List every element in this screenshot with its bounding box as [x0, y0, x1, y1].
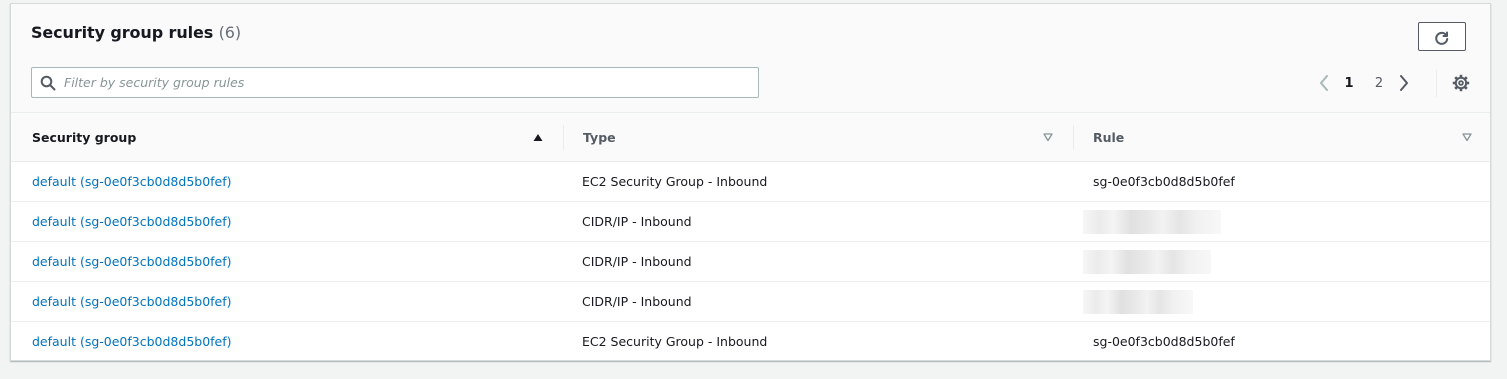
table-body: default (sg-0e0f3cb0d8d5b0fef) EC2 Secur… — [11, 162, 1490, 362]
table-header: Security group Type Rule — [11, 113, 1490, 162]
column-header-rule[interactable]: Rule — [1073, 113, 1492, 161]
panel-header: Security group rules (6) Filter by secur… — [11, 4, 1490, 113]
sort-ascending-icon — [533, 134, 543, 141]
search-icon — [32, 68, 64, 97]
type-cell: CIDR/IP - Inbound — [582, 254, 692, 269]
table-row: default (sg-0e0f3cb0d8d5b0fef) EC2 Secur… — [11, 162, 1490, 202]
search-input[interactable] — [64, 68, 744, 97]
type-cell: CIDR/IP - Inbound — [582, 214, 692, 229]
security-group-link[interactable]: default (sg-0e0f3cb0d8d5b0fef) — [32, 294, 232, 309]
column-header-type[interactable]: Type — [563, 113, 1073, 161]
pagination: 1 2 — [1314, 72, 1414, 94]
page-1-button[interactable]: 1 — [1334, 76, 1364, 91]
security-group-cell: default (sg-0e0f3cb0d8d5b0fef) — [32, 202, 232, 241]
chevron-left-icon — [1320, 75, 1328, 91]
security-group-cell: default (sg-0e0f3cb0d8d5b0fef) — [32, 162, 232, 201]
security-group-cell: default (sg-0e0f3cb0d8d5b0fef) — [32, 322, 232, 361]
sort-unsorted-icon — [1462, 133, 1472, 142]
search-field[interactable] — [31, 67, 759, 98]
column-header-security-group[interactable]: Security group — [11, 113, 563, 161]
type-cell: CIDR/IP - Inbound — [582, 294, 692, 309]
refresh-icon — [1435, 31, 1449, 45]
rule-cell: sg-0e0f3cb0d8d5b0fef — [1093, 334, 1235, 349]
table-row: default (sg-0e0f3cb0d8d5b0fef) CIDR/IP -… — [11, 202, 1490, 242]
rule-count: (6) — [218, 23, 242, 42]
rules-table: Security group Type Rule default (sg-0e0… — [11, 113, 1490, 362]
redacted-rule-value — [1083, 210, 1221, 234]
column-header-label: Security group — [32, 129, 137, 145]
column-header-label: Type — [583, 129, 616, 145]
redacted-rule-value — [1083, 290, 1193, 314]
table-row: default (sg-0e0f3cb0d8d5b0fef) CIDR/IP -… — [11, 282, 1490, 322]
gear-icon — [1452, 74, 1470, 92]
security-group-link[interactable]: default (sg-0e0f3cb0d8d5b0fef) — [32, 174, 232, 189]
security-group-rules-panel: Security group rules (6) Filter by secur… — [10, 3, 1491, 361]
security-group-link[interactable]: default (sg-0e0f3cb0d8d5b0fef) — [32, 214, 232, 229]
type-cell: EC2 Security Group - Inbound — [582, 334, 768, 349]
security-group-cell: default (sg-0e0f3cb0d8d5b0fef) — [32, 242, 232, 281]
security-group-link[interactable]: default (sg-0e0f3cb0d8d5b0fef) — [32, 254, 232, 269]
chevron-right-icon — [1400, 75, 1408, 91]
refresh-button[interactable] — [1418, 22, 1466, 51]
rule-cell: sg-0e0f3cb0d8d5b0fef — [1093, 174, 1235, 189]
panel-title: Security group rules (6) — [31, 23, 241, 42]
toolbar-divider — [1436, 70, 1437, 97]
page-2-button[interactable]: 2 — [1364, 76, 1394, 91]
previous-page-button[interactable] — [1314, 72, 1334, 94]
preferences-button[interactable] — [1450, 72, 1472, 94]
security-group-cell: default (sg-0e0f3cb0d8d5b0fef) — [32, 282, 232, 321]
type-cell: EC2 Security Group - Inbound — [582, 174, 768, 189]
column-header-label: Rule — [1093, 129, 1125, 145]
sort-unsorted-icon — [1043, 133, 1053, 142]
table-row: default (sg-0e0f3cb0d8d5b0fef) CIDR/IP -… — [11, 242, 1490, 282]
redacted-rule-value — [1083, 250, 1211, 274]
table-row: default (sg-0e0f3cb0d8d5b0fef) EC2 Secur… — [11, 322, 1490, 362]
next-page-button[interactable] — [1394, 72, 1414, 94]
panel-title-text: Security group rules — [31, 23, 214, 42]
security-group-link[interactable]: default (sg-0e0f3cb0d8d5b0fef) — [32, 334, 232, 349]
